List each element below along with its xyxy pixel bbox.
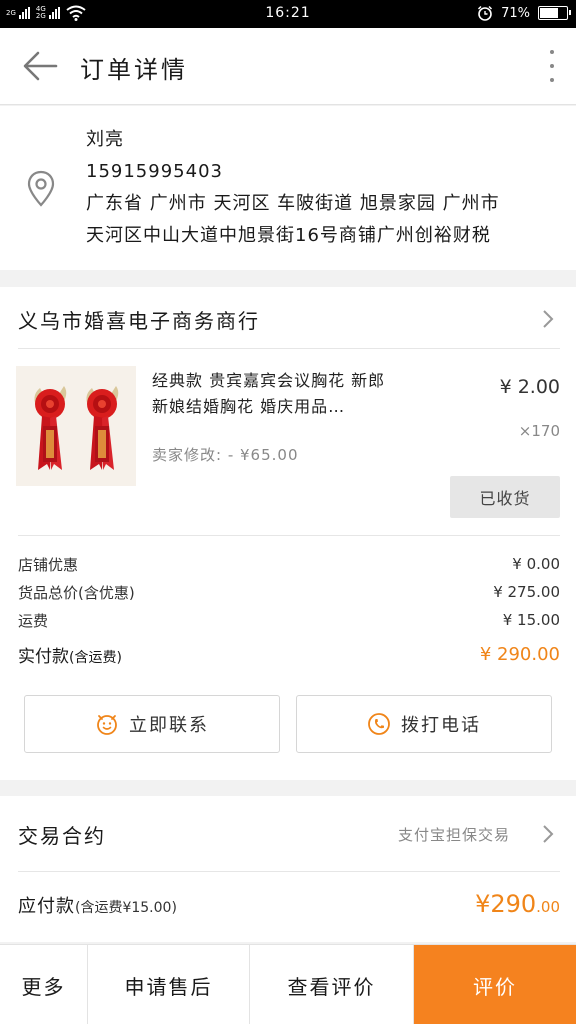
total-value: ¥ 15.00	[502, 611, 560, 629]
review-button[interactable]: 评价	[414, 945, 576, 1024]
view-review-button[interactable]: 查看评价	[250, 945, 414, 1024]
total-label: 货品总价(含优惠)	[18, 583, 135, 602]
battery-percent: 71%	[501, 5, 530, 21]
call-label: 拨打电话	[401, 715, 481, 736]
address-line-2: 天河区中山大道中旭景街16号商铺广州创裕财税	[86, 225, 491, 246]
recipient-name: 刘亮	[86, 129, 124, 150]
back-arrow-icon[interactable]	[22, 50, 58, 82]
chat-face-icon	[97, 715, 117, 735]
contact-seller-label: 立即联系	[129, 715, 209, 736]
contract-desc: 支付宝担保交易	[397, 826, 510, 844]
contract-title: 交易合约	[18, 824, 106, 848]
amount-due-label: 应付款	[18, 896, 75, 917]
product-item[interactable]: 经典款 贵宾嘉宾会议胸花 新郎新娘结婚胸花 婚庆用品… ¥ 2.00 ×170 …	[0, 350, 576, 534]
total-row-goods: 货品总价(含优惠) ¥ 275.00	[18, 578, 560, 606]
apply-after-sale-button[interactable]: 申请售后	[88, 945, 250, 1024]
trade-contract-card: 交易合约 支付宝担保交易 应付款(含运费¥15.00) ¥290.00	[0, 796, 576, 942]
trade-contract-row[interactable]: 交易合约 支付宝担保交易	[18, 796, 560, 872]
store-name: 义乌市婚喜电子商务商行	[18, 309, 260, 333]
contact-actions: 立即联系 拨打电话	[24, 695, 552, 753]
alarm-icon	[478, 5, 493, 21]
shipping-address-card: 刘亮 15915995403 广东省 广州市 天河区 车陂街道 旭景家园 广州市…	[0, 106, 576, 270]
amount-due-value: ¥290.00	[475, 890, 560, 918]
total-row-paid: 实付款(含运费) ¥ 290.00	[18, 634, 560, 674]
recipient-phone: 15915995403	[86, 161, 223, 182]
total-row-store-discount: 店铺优惠 ¥ 0.00	[18, 550, 560, 578]
seller-modified-price: 卖家修改: - ¥65.00	[152, 446, 299, 464]
chevron-right-icon	[543, 310, 554, 328]
product-price: ¥ 2.00	[499, 376, 560, 398]
paid-amount: ¥ 290.00	[479, 643, 560, 665]
battery-icon	[538, 6, 571, 20]
status-right: 71%	[477, 5, 571, 21]
phone-icon	[368, 713, 390, 735]
status-bar: 2G 4G 2G 16:21 71%	[0, 0, 576, 28]
call-button[interactable]: 拨打电话	[296, 695, 552, 753]
address-line-1: 广东省 广州市 天河区 车陂街道 旭景家园 广州市	[86, 193, 500, 214]
store-header[interactable]: 义乌市婚喜电子商务商行	[18, 287, 560, 349]
bottom-action-bar: 更多 申请售后 查看评价 评价	[0, 944, 576, 1024]
order-totals: 店铺优惠 ¥ 0.00 货品总价(含优惠) ¥ 275.00 运费 ¥ 15.0…	[18, 535, 560, 674]
app-header: 订单详情	[0, 28, 576, 105]
contact-seller-button[interactable]: 立即联系	[24, 695, 280, 753]
more-button[interactable]: 更多	[0, 945, 88, 1024]
paid-label-group: 实付款(含运费)	[18, 642, 122, 667]
amount-due-sub-label: (含运费¥15.00)	[75, 900, 177, 916]
paid-sub-label: (含运费)	[69, 649, 122, 666]
received-status-button[interactable]: 已收货	[450, 476, 560, 518]
paid-label: 实付款	[18, 646, 69, 667]
store-order-card: 义乌市婚喜电子商务商行 经典款 贵宾嘉宾会议胸花 新郎新娘结婚胸花 婚庆用品… …	[0, 287, 576, 780]
corsage-image	[16, 366, 136, 486]
amount-due-integer: ¥290	[475, 890, 537, 918]
total-row-shipping: 运费 ¥ 15.00	[18, 606, 560, 634]
total-label: 店铺优惠	[18, 555, 79, 574]
product-quantity: ×170	[518, 422, 560, 440]
more-options-icon[interactable]	[548, 50, 556, 82]
page-title: 订单详情	[80, 56, 188, 84]
amount-due-label-group: 应付款(含运费¥15.00)	[18, 892, 177, 918]
amount-due-decimal: .00	[536, 898, 560, 916]
location-pin-icon	[27, 170, 55, 207]
address-lines: 刘亮 15915995403 广东省 广州市 天河区 车陂街道 旭景家园 广州市…	[86, 124, 562, 252]
total-label: 运费	[18, 611, 49, 630]
total-value: ¥ 0.00	[512, 555, 560, 573]
amount-due-row: 应付款(含运费¥15.00) ¥290.00	[18, 890, 560, 918]
product-title: 经典款 贵宾嘉宾会议胸花 新郎新娘结婚胸花 婚庆用品…	[152, 371, 386, 416]
product-thumbnail[interactable]	[16, 366, 136, 486]
chevron-right-icon	[543, 825, 554, 843]
total-value: ¥ 275.00	[493, 583, 560, 601]
